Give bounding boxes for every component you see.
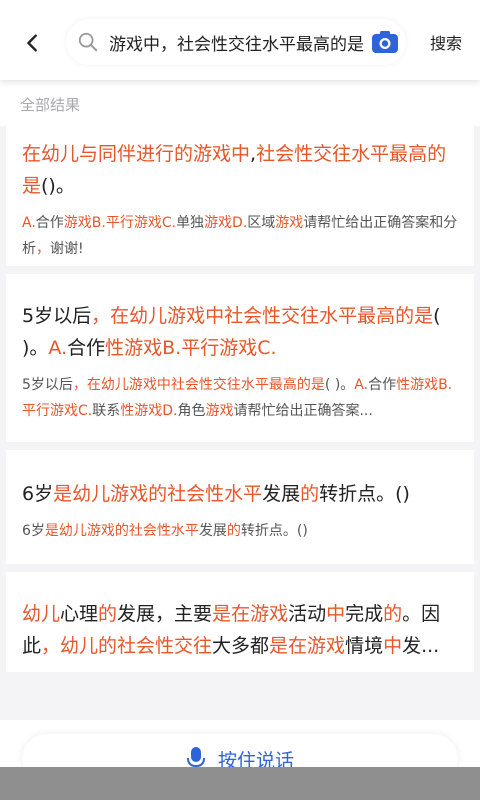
result-card[interactable]: 幼儿心理的发展，主要是在游戏活动中完成的。因此，幼儿的社会性交往大多都是在游戏情… <box>6 572 474 672</box>
back-button[interactable] <box>16 26 50 60</box>
result-title: 幼儿心理的发展，主要是在游戏活动中完成的。因此，幼儿的社会性交往大多都是在游戏情… <box>22 603 441 657</box>
system-nav-bar <box>0 767 480 800</box>
result-title: 5岁以后，在幼儿游戏中社会性交往水平最高的是( )。A.合作性游戏B.平行游戏C… <box>22 305 441 359</box>
result-desc: 6岁是幼儿游戏的社会性水平发展的转折点。() <box>22 523 308 539</box>
back-arrow-icon <box>27 34 37 52</box>
result-title: 在幼儿与同伴进行的游戏中,社会性交往水平最高的是()。 <box>22 143 447 197</box>
search-icon <box>66 19 110 65</box>
section-label: 全部结果 <box>0 80 480 126</box>
result-card[interactable]: 6岁是幼儿游戏的社会性水平发展的转折点。() 6岁是幼儿游戏的社会性水平发展的转… <box>6 450 474 564</box>
result-title: 6岁是幼儿游戏的社会性水平发展的转折点。() <box>22 483 410 505</box>
result-card[interactable]: 5岁以后，在幼儿游戏中社会性交往水平最高的是( )。A.合作性游戏B.平行游戏C… <box>6 274 474 442</box>
result-card[interactable]: 在幼儿与同伴进行的游戏中,社会性交往水平最高的是()。 A.合作游戏B.平行游戏… <box>6 126 474 266</box>
camera-icon[interactable] <box>368 26 402 58</box>
top-bar: 搜索 <box>0 0 480 80</box>
search-button[interactable]: 搜索 <box>430 30 462 54</box>
result-desc: A.合作游戏B.平行游戏C.单独游戏D.区域游戏请帮忙给出正确答案和分析，谢谢! <box>22 215 458 257</box>
search-input[interactable] <box>110 32 368 52</box>
results-list: 全部结果 在幼儿与同伴进行的游戏中,社会性交往水平最高的是()。 A.合作游戏B… <box>0 80 480 672</box>
result-desc: 5岁以后，在幼儿游戏中社会性交往水平最高的是( )。A.合作性游戏B.平行游戏C… <box>22 377 453 419</box>
search-box[interactable] <box>66 19 406 65</box>
